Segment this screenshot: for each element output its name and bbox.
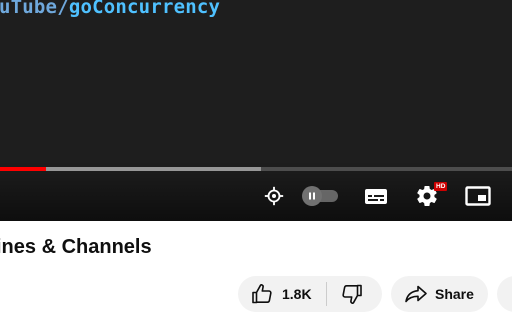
subtitles-icon bbox=[365, 189, 387, 204]
miniplayer-button[interactable] bbox=[462, 180, 494, 212]
share-button[interactable]: Share bbox=[391, 276, 488, 312]
share-arrow-icon bbox=[405, 285, 427, 303]
autoplay-toggle[interactable] bbox=[302, 186, 340, 206]
miniplayer-target-icon bbox=[264, 186, 284, 206]
thumbs-up-icon bbox=[252, 283, 272, 304]
pause-icon bbox=[309, 192, 315, 200]
code-text-prefix: uTube/ bbox=[0, 0, 69, 18]
miniplayer-target-button[interactable] bbox=[258, 180, 290, 212]
subtitles-button[interactable] bbox=[360, 180, 392, 212]
video-title: ines & Channels bbox=[0, 236, 152, 258]
video-code-text: uTube/goConcurrency bbox=[0, 0, 220, 18]
picture-in-picture-icon bbox=[465, 186, 491, 206]
like-count: 1.8K bbox=[282, 286, 312, 302]
share-label: Share bbox=[435, 286, 474, 302]
like-button[interactable]: 1.8K bbox=[238, 276, 326, 312]
hd-badge: HD bbox=[434, 182, 448, 191]
like-dislike-group: 1.8K bbox=[238, 276, 382, 312]
dislike-button[interactable] bbox=[327, 276, 377, 312]
progress-played bbox=[0, 167, 47, 171]
autoplay-knob bbox=[302, 186, 322, 206]
video-player[interactable]: uTube/goConcurrency HD bbox=[0, 0, 512, 221]
more-actions-button[interactable] bbox=[497, 276, 512, 312]
page: uTube/goConcurrency HD ines & Channels 1… bbox=[0, 0, 512, 320]
code-text-highlight: goConcurrency bbox=[68, 0, 221, 18]
progress-bar[interactable] bbox=[0, 167, 512, 171]
thumbs-down-icon bbox=[341, 284, 362, 305]
